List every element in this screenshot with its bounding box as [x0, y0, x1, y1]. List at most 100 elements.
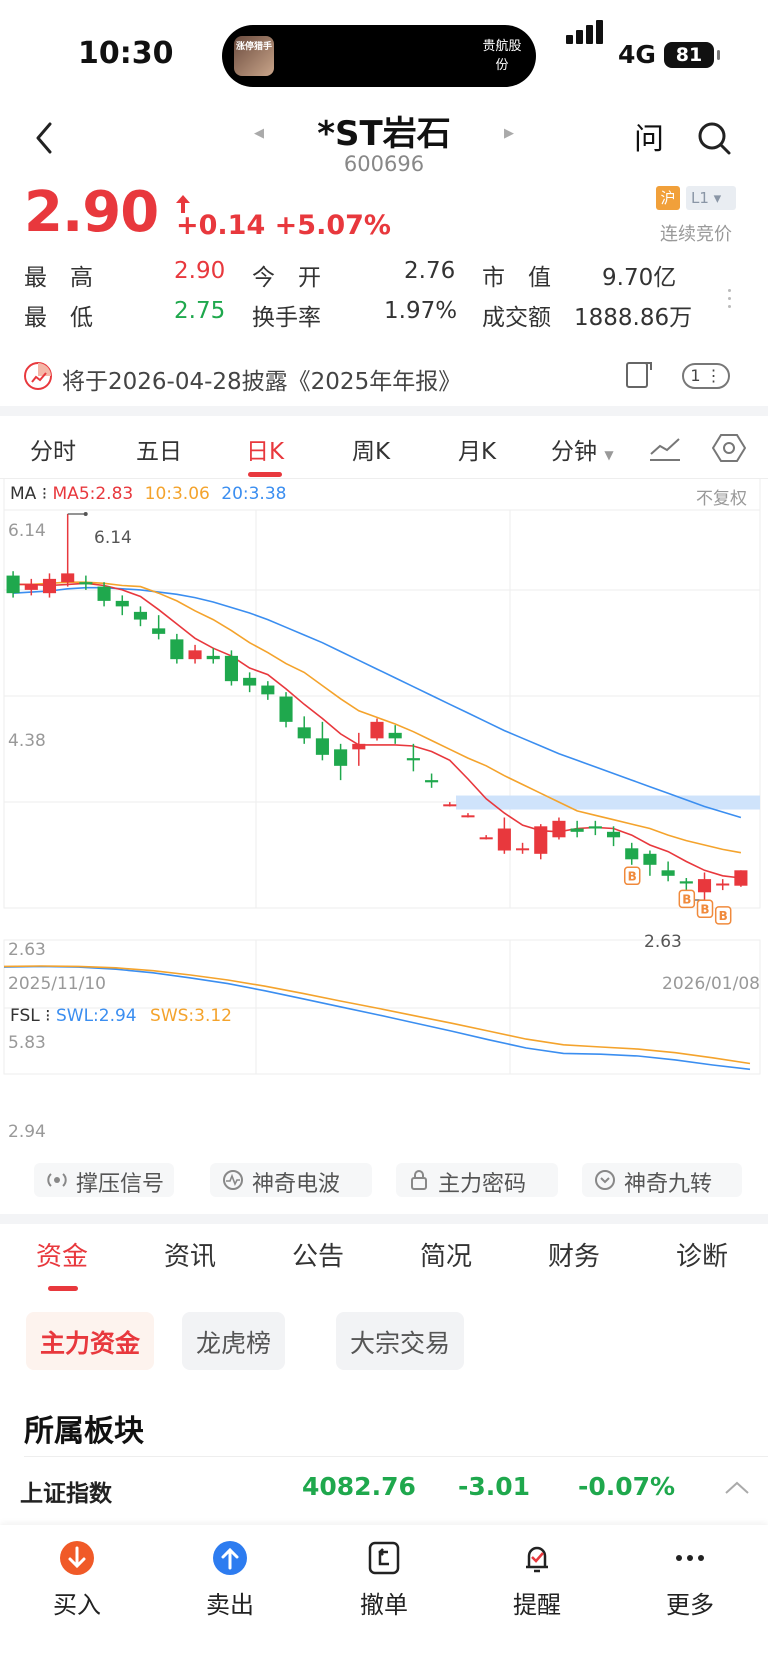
candle: [406, 758, 420, 761]
candle: [24, 584, 38, 590]
candle: [42, 578, 57, 594]
more-stats-icon[interactable]: [728, 284, 731, 313]
stat-label-mcap: 市 值: [482, 265, 551, 291]
buy-label: 买入: [53, 1591, 101, 1619]
candle: [315, 738, 329, 755]
auction-status: 连续竞价: [660, 224, 732, 245]
tab-fenzhong-label: 分钟: [551, 439, 597, 465]
tab-profile[interactable]: 简况: [420, 1236, 472, 1273]
price-change: +0.14 +5.07%: [176, 210, 391, 241]
bookmark-icon[interactable]: [624, 360, 654, 390]
tab-funds[interactable]: 资金: [36, 1236, 88, 1273]
candle: [79, 582, 93, 585]
next-stock-icon[interactable]: ▶: [504, 126, 514, 141]
more-label: 更多: [666, 1591, 714, 1619]
tab-yuek[interactable]: 月K: [458, 432, 496, 466]
indicator-label-1: 神奇电波: [252, 1172, 341, 1197]
current-price: 2.90: [24, 180, 159, 245]
notice-count: 1: [690, 366, 701, 385]
stat-label-open: 今 开: [252, 265, 321, 291]
status-bar: 10:30 涨停猎手 贵航股份 4G 81: [0, 0, 768, 110]
chip-block-trade[interactable]: 大宗交易: [336, 1312, 465, 1370]
candle: [334, 749, 348, 766]
ask-button[interactable]: 问: [634, 114, 664, 158]
fsl-legend: FSL ⁝ SWL:2.94 SWS:3.12: [10, 1006, 233, 1026]
min-price-marker: 2.63: [644, 932, 682, 952]
index-value: 4082.76: [302, 1472, 416, 1501]
indicator-line-icon[interactable]: [648, 434, 682, 462]
candle: [479, 837, 493, 840]
exchange-tag: 沪: [656, 186, 680, 210]
change-percent: +5.07%: [274, 210, 391, 241]
candle: [570, 828, 584, 832]
info-tab-underline: [48, 1286, 78, 1291]
buy-signal-label: B: [700, 902, 709, 916]
candle: [206, 655, 220, 660]
report-icon: [24, 362, 52, 390]
stat-value-mcap: 9.70亿: [602, 265, 677, 291]
main-code-button[interactable]: 主力密码: [396, 1163, 558, 1197]
candle: [697, 879, 712, 893]
ma-legend-name: MA: [10, 484, 37, 504]
stat-value-amount: 1888.86万: [574, 305, 693, 331]
chevron-up-icon[interactable]: [724, 1480, 750, 1496]
settings-icon[interactable]: [712, 432, 746, 464]
bottom-nav: 买入 卖出 撤单 提醒 更多: [0, 1525, 768, 1669]
tab-rik[interactable]: 日K: [246, 432, 284, 466]
y-label-bottom: 2.63: [8, 940, 46, 960]
separator: [0, 406, 768, 416]
buy-signal-label: B: [719, 909, 728, 923]
tab-news[interactable]: 资讯: [164, 1236, 216, 1273]
candle: [425, 780, 439, 783]
chip-dragon-tiger[interactable]: 龙虎榜: [182, 1312, 286, 1370]
notice-count-badge[interactable]: 1 ⋮: [682, 363, 730, 389]
ma5-value: MA5:2.83: [52, 484, 134, 504]
ma10-value: 10:3.06: [144, 484, 210, 504]
stat-value-high: 2.90: [174, 258, 226, 284]
candle: [188, 650, 202, 660]
candle: [170, 639, 184, 660]
adjust-toggle[interactable]: 不复权: [696, 484, 747, 509]
ma20-value: 20:3.38: [221, 484, 287, 504]
info-tabs: 资金 资讯 公告 简况 财务 诊断: [0, 1236, 768, 1286]
battery-icon: 81: [664, 42, 720, 68]
candle: [97, 586, 111, 601]
tab-wuri[interactable]: 五日: [136, 432, 182, 466]
divider: [24, 1456, 768, 1457]
x-label-start: 2025/11/10: [8, 974, 106, 994]
buy-signal-label: B: [628, 869, 637, 883]
level-tag[interactable]: L1 ▾: [686, 186, 736, 210]
lock-icon: [411, 1170, 427, 1190]
fsl-y-bottom: 2.94: [8, 1122, 46, 1142]
candle: [606, 831, 621, 838]
index-name[interactable]: 上证指数: [20, 1474, 112, 1508]
swl-value: SWL:2.94: [55, 1006, 137, 1026]
search-icon[interactable]: [696, 118, 732, 158]
magic-wave-button[interactable]: 神奇电波: [210, 1163, 372, 1197]
notice-text[interactable]: 将于2026-04-28披露《2025年年报》: [62, 362, 461, 396]
candle: [734, 870, 748, 886]
y-label-mid: 4.38: [8, 731, 46, 751]
tab-zhouk[interactable]: 周K: [352, 432, 390, 466]
tab-fenzhong[interactable]: 分钟 ▼: [551, 432, 614, 466]
candle: [552, 820, 566, 838]
tab-finance[interactable]: 财务: [548, 1236, 600, 1273]
magic-nine-button[interactable]: 神奇九转: [582, 1163, 742, 1197]
dynamic-island[interactable]: 涨停猎手 贵航股份: [222, 25, 536, 87]
candle: [133, 611, 148, 620]
kline-chart[interactable]: BBB B: [0, 478, 768, 1144]
candle: [152, 628, 166, 634]
change-value: +0.14: [176, 210, 266, 241]
tab-fenshi[interactable]: 分时: [30, 432, 76, 466]
tab-announcements[interactable]: 公告: [292, 1236, 344, 1273]
separator: [0, 1214, 768, 1224]
max-price-marker: 6.14: [94, 528, 132, 548]
tab-diagnosis[interactable]: 诊断: [676, 1236, 728, 1273]
candle: [297, 727, 311, 739]
ma-legend: MA ⁝ MA5:2.83 10:3.06 20:3.38: [10, 484, 287, 504]
chip-main-funds[interactable]: 主力资金: [26, 1312, 155, 1370]
support-resistance-button[interactable]: 撑压信号: [34, 1163, 174, 1197]
stat-label-turnover: 换手率: [252, 305, 321, 331]
candle: [588, 826, 602, 829]
candle: [716, 883, 730, 886]
